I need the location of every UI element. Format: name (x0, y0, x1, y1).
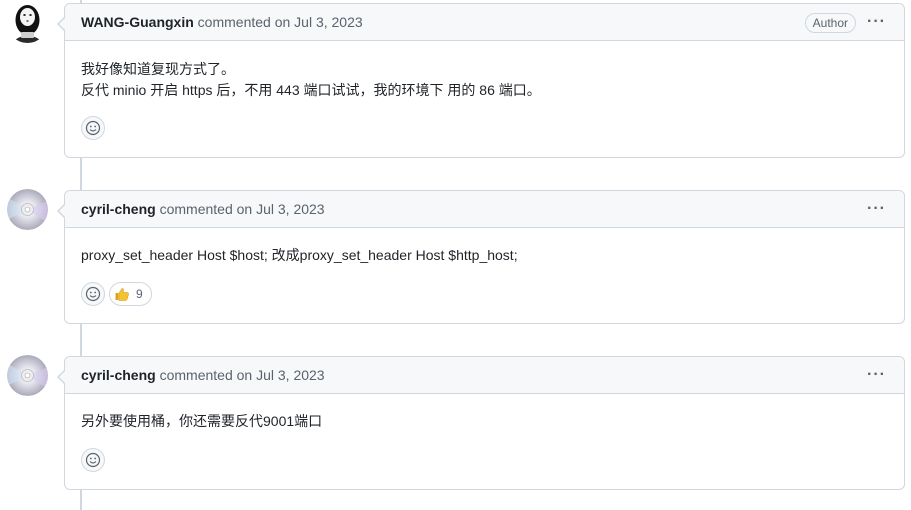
comment-author[interactable]: cyril-cheng (81, 367, 156, 383)
comment-body: proxy_set_header Host $host; 改成proxy_set… (65, 228, 904, 266)
add-reaction-button[interactable] (81, 448, 105, 472)
avatar[interactable] (7, 2, 48, 43)
reactions: 9 (81, 282, 152, 306)
comment-header: cyril-cheng commented on Jul 3, 2023 ··· (65, 357, 904, 394)
comment-text-line: 反代 minio 开启 https 后，不用 443 端口试试，我的环境下 用的… (81, 82, 541, 98)
comment-text-line: 另外要使用桶，你还需要反代9001端口 (81, 413, 323, 429)
disc-avatar-icon (7, 355, 48, 396)
comment-timestamp[interactable]: commented on Jul 3, 2023 (198, 14, 363, 30)
more-options-icon[interactable]: ··· (867, 357, 886, 393)
add-reaction-button[interactable] (81, 116, 105, 140)
reactions (81, 116, 105, 140)
more-options-icon[interactable]: ··· (867, 4, 886, 40)
no-face-avatar-icon (7, 2, 48, 43)
comment-box: cyril-cheng commented on Jul 3, 2023 ···… (57, 190, 905, 324)
comment-header: WANG-Guangxin commented on Jul 3, 2023 A… (65, 4, 904, 41)
comment-box: WANG-Guangxin commented on Jul 3, 2023 A… (57, 3, 905, 158)
thumbs-up-icon (115, 288, 129, 301)
comment-timestamp[interactable]: commented on Jul 3, 2023 (160, 367, 325, 383)
reactions (81, 448, 105, 472)
comment-body: 另外要使用桶，你还需要反代9001端口 (65, 394, 904, 432)
comment-author[interactable]: cyril-cheng (81, 201, 156, 217)
author-badge: Author (804, 13, 856, 33)
more-options-icon[interactable]: ··· (867, 191, 886, 227)
smiley-icon (85, 120, 101, 136)
smiley-icon (85, 452, 101, 468)
avatar[interactable] (7, 355, 48, 396)
comment-header: cyril-cheng commented on Jul 3, 2023 ··· (65, 191, 904, 228)
comment-body: 我好像知道复现方式了。 反代 minio 开启 https 后，不用 443 端… (65, 41, 904, 101)
comment-text-line: 我好像知道复现方式了。 (81, 61, 235, 77)
add-reaction-button[interactable] (81, 282, 105, 306)
disc-avatar-icon (7, 189, 48, 230)
comment-box: cyril-cheng commented on Jul 3, 2023 ···… (57, 356, 905, 490)
avatar[interactable] (7, 189, 48, 230)
smiley-icon (85, 286, 101, 302)
comment-timestamp[interactable]: commented on Jul 3, 2023 (160, 201, 325, 217)
comment-text-line: proxy_set_header Host $host; 改成proxy_set… (81, 247, 518, 263)
comment-author[interactable]: WANG-Guangxin (81, 14, 194, 30)
reaction-count: 9 (136, 287, 143, 301)
thumbs-up-reaction-button[interactable]: 9 (109, 282, 152, 306)
